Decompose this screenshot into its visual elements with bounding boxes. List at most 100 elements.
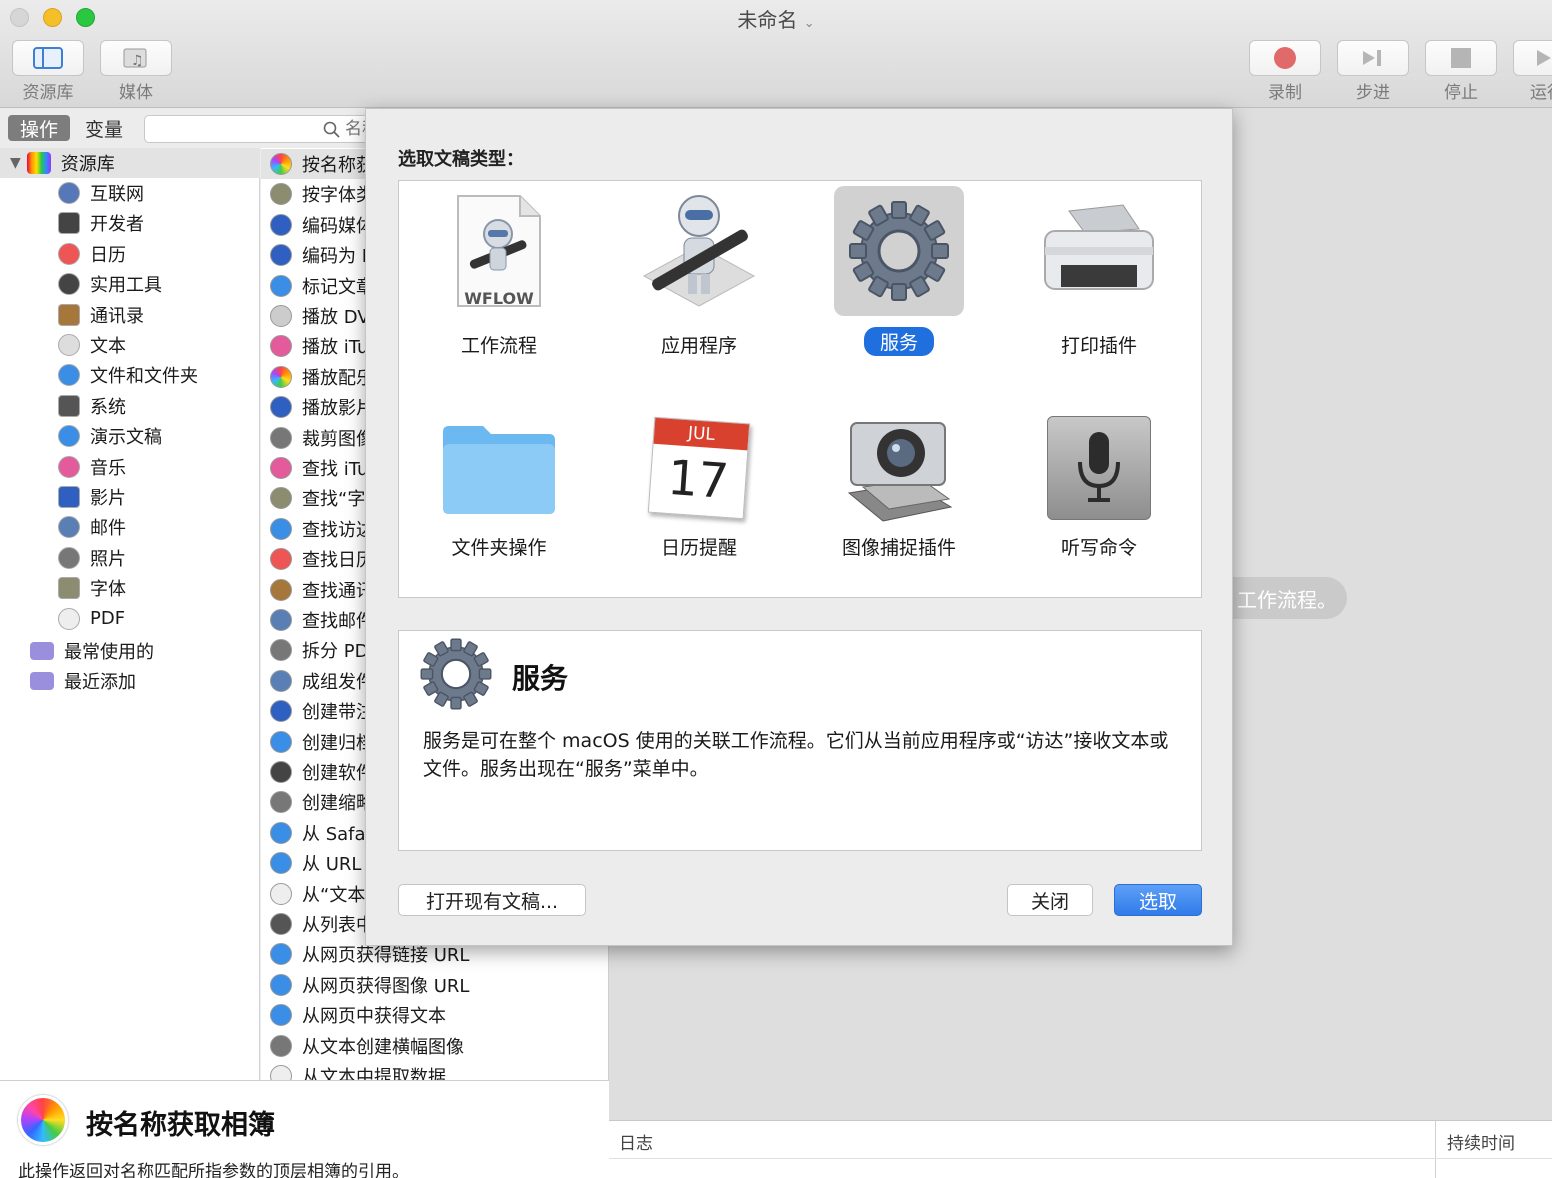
gear-tooth [478,668,492,680]
sidebar-item[interactable]: 文本 [58,330,126,360]
play-icon [1537,50,1551,66]
action-item[interactable]: 从文本中提取数据 [270,1061,446,1080]
sidebar-item-label: 实用工具 [90,275,162,297]
record-button[interactable] [1249,40,1321,76]
system-icon [58,394,80,417]
sidebar-item[interactable]: PDF [58,604,125,634]
run-button[interactable] [1513,40,1552,76]
globe-icon [58,182,80,204]
action-item[interactable]: 从网页获得图像 URL [270,970,469,1000]
log-table: 日志 持续时间 [609,1120,1552,1178]
gear-tooth [450,696,462,710]
action-item[interactable]: 从网页中获得文本 [270,1000,446,1030]
utilities-icon [58,273,80,296]
action-item[interactable]: 成组发件 [270,666,374,696]
gear-tooth [891,201,907,219]
sidebar-item-label: 文本 [90,336,126,357]
sidebar-item-label: 文件和文件夹 [90,366,198,388]
search-icon [323,121,340,138]
open-existing-button[interactable]: 打开现有文稿... [398,884,586,916]
step-button[interactable] [1337,40,1409,76]
action-item-label: 播放配乐 [302,367,374,389]
action-description: 按名称获取相簿 此操作返回对名称匹配所指参数的顶层相簿的引用。 [0,1080,609,1178]
type-label: 打印插件 [1060,335,1137,357]
library-list: ▼ 资源库 互联网 开发者 日历实用工具通讯录文本文件和文件夹系统演示文稿音乐影片邮… [0,148,260,1080]
type-label: 听写命令 [1060,537,1137,559]
document-type-grid: WFLOW 工作流程 应用程序 服务 打印插件 文件夹操作 JUL 17 日历提… [398,180,1202,598]
column-divider [1435,1121,1436,1178]
action-item[interactable]: 播放配乐 [270,362,374,392]
gear-icon [834,186,964,316]
action-icon [270,609,292,631]
sidebar-item[interactable]: 实用工具 [58,269,162,299]
type-label: 日历提醒 [660,537,737,559]
sidebar-item[interactable]: 影片 [58,482,126,512]
type-label: 工作流程 [460,335,537,357]
action-item[interactable]: 裁剪图像 [270,423,374,453]
sidebar-item[interactable]: 字体 [58,573,126,603]
sidebar-item[interactable]: 系统 [58,391,126,421]
action-item[interactable]: 拆分 PDF [270,635,379,665]
microphone-icon [1034,403,1164,533]
action-icon [270,396,292,419]
disclosure-triangle-icon[interactable]: ▼ [10,155,21,171]
search-field[interactable] [144,115,374,143]
sidebar-item-label: 影片 [90,488,126,509]
sidebar-item[interactable]: 互联网 [58,178,144,208]
keynote-icon [58,425,80,448]
action-icon [270,1004,292,1027]
header-divider [609,1158,1552,1159]
smart-folder-item[interactable]: 最常使用的 [30,636,154,666]
duration-column-header[interactable]: 持续时间 [1447,1129,1515,1154]
sidebar-item[interactable]: 通讯录 [58,300,144,330]
action-icon [270,213,292,236]
library-root[interactable]: ▼ 资源库 [0,148,260,178]
printer-icon [1034,186,1164,316]
action-icon [270,487,292,510]
action-item[interactable]: 创建归档 [270,727,374,757]
action-item-label: 创建归档 [302,732,374,754]
smart-folder-label: 最近添加 [64,672,136,694]
action-item[interactable]: 从文本创建横幅图像 [270,1031,464,1061]
media-button[interactable]: ♫ [100,40,172,76]
sidebar-item[interactable]: 日历 [58,239,126,269]
action-item[interactable]: 编码媒体 [270,210,374,240]
action-icon [270,183,292,206]
sidebar-item[interactable]: 音乐 [58,452,126,482]
smart-folder-item[interactable]: 最近添加 [30,666,136,696]
wflow-label: WFLOW [464,289,534,308]
sidebar-item[interactable]: 文件和文件夹 [58,360,198,390]
sidebar-item[interactable]: 开发者 [58,208,144,238]
action-item[interactable]: 播放影片 [270,392,374,422]
sidebar-item-label: 通讯录 [90,305,144,327]
info-title: 服务 [512,662,569,695]
sidebar-item[interactable]: 邮件 [58,512,126,542]
stop-icon [1451,48,1471,68]
choose-button[interactable]: 选取 [1114,884,1202,916]
window-title[interactable]: 未命名 ⌄ [0,4,1552,33]
tab-variables[interactable]: 变量 [76,115,132,141]
finder-icon [58,364,80,387]
action-item[interactable]: 标记文章 [270,271,374,301]
library-icon [26,152,51,174]
sidebar-item-label: 演示文稿 [90,427,162,449]
action-icon [270,244,292,267]
library-root-label: 资源库 [60,154,115,175]
action-item-label: 裁剪图像 [302,428,374,450]
action-icon [270,335,292,358]
action-icon [270,1034,292,1057]
sidebar-item[interactable]: 照片 [58,543,126,573]
log-column-header[interactable]: 日志 [619,1129,653,1154]
type-label: 文件夹操作 [451,537,547,559]
record-label: 录制 [1268,83,1302,103]
stop-button[interactable] [1425,40,1497,76]
smart-folder-icon [30,642,54,660]
close-button[interactable]: 关闭 [1007,884,1093,916]
action-icon [270,426,292,449]
library-button[interactable] [12,40,84,76]
sidebar-icon [33,47,63,69]
sidebar-item[interactable]: 演示文稿 [58,421,162,451]
tab-actions[interactable]: 操作 [8,115,70,141]
info-body: 服务是可在整个 macOS 使用的关联工作流程。它们从当前应用程序或“访达”接收… [423,730,1169,780]
action-item-label: 编码媒体 [302,215,374,237]
